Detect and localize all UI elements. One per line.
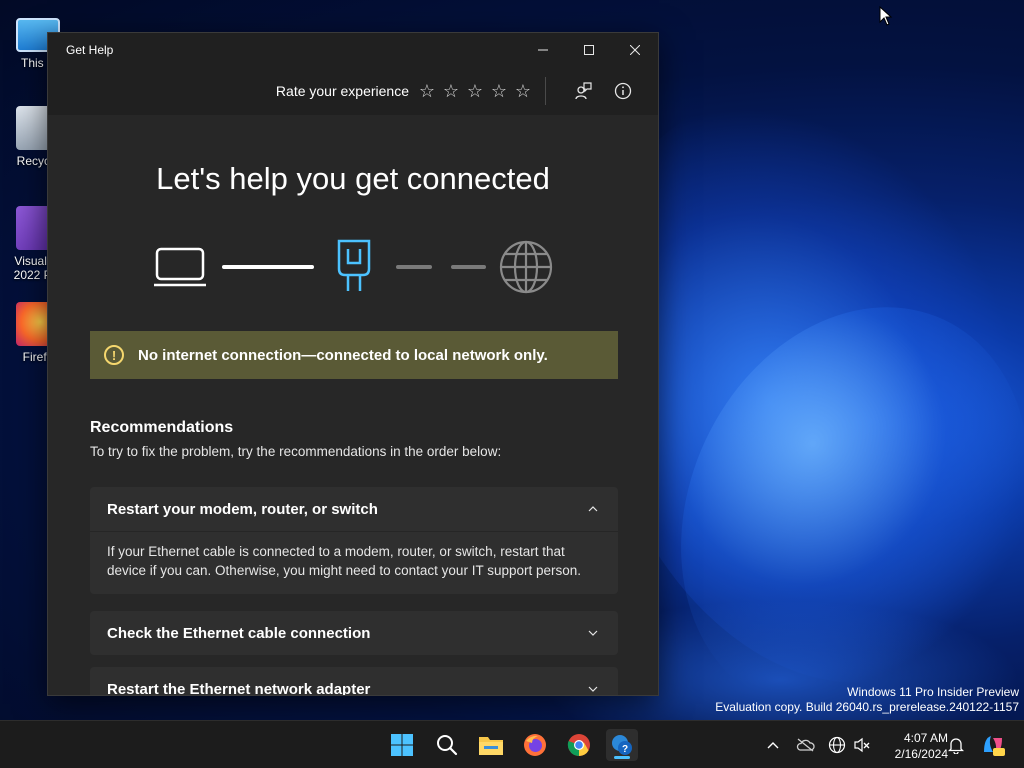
svg-text:?: ? (622, 744, 628, 755)
chevron-up-icon[interactable] (586, 502, 600, 516)
connection-diagram (48, 219, 658, 309)
show-hidden-icons-button[interactable] (763, 735, 783, 755)
recommendation-body: If your Ethernet cable is connected to a… (90, 531, 618, 594)
file-explorer-button[interactable] (475, 729, 507, 761)
page-title: Let's help you get connected (156, 161, 550, 196)
evaluation-watermark: Windows 11 Pro Insider Preview Evaluatio… (715, 685, 1019, 715)
recommendation-header[interactable]: Check the Ethernet cable connection (90, 611, 618, 655)
bell-icon (948, 738, 964, 754)
status-banner-text: No internet connection—connected to loca… (138, 346, 548, 364)
recommendation-header[interactable]: Restart the Ethernet network adapter (90, 667, 618, 696)
start-button[interactable] (386, 729, 418, 761)
taskbar: ? 4:07 AM 2/16/2024 (0, 720, 1024, 768)
recommendation-card-2: Check the Ethernet cable connection (90, 611, 618, 655)
mouse-cursor-icon (879, 6, 893, 26)
rate-experience-label: Rate your experience (275, 83, 409, 99)
recommendations-subtitle: To try to fix the problem, try the recom… (90, 444, 502, 459)
minimize-button[interactable] (520, 33, 566, 67)
toolbar-divider (545, 77, 546, 105)
watermark-line-1: Windows 11 Pro Insider Preview (847, 685, 1019, 699)
firefox-icon (524, 734, 546, 756)
folder-icon (479, 737, 503, 755)
person-feedback-icon (575, 82, 592, 100)
recommendation-title: Restart your modem, router, or switch (107, 500, 378, 518)
notifications-button[interactable] (946, 735, 966, 755)
windows-logo-icon (391, 734, 413, 756)
help-content: Let's help you get connected ! No intern… (48, 115, 658, 695)
rating-stars: ☆ ☆ ☆ ☆ ☆ (415, 81, 535, 102)
window-title: Get Help (66, 43, 114, 57)
get-help-icon: ? (612, 735, 632, 755)
clock-time: 4:07 AM (903, 731, 948, 745)
copilot-button[interactable] (980, 732, 1006, 758)
chrome-icon (567, 734, 590, 756)
chevron-down-icon[interactable] (586, 626, 600, 640)
ethernet-port-icon (337, 239, 371, 291)
about-button[interactable] (606, 75, 640, 107)
star-4-icon[interactable]: ☆ (487, 81, 511, 102)
get-help-window: Get Help Rate your experience ☆ ☆ ☆ ☆ ☆ (47, 32, 659, 696)
recommendation-card-3: Restart the Ethernet network adapter (90, 667, 618, 696)
close-button[interactable] (612, 33, 658, 67)
recommendation-header[interactable]: Restart your modem, router, or switch (90, 487, 618, 531)
maximize-button[interactable] (566, 33, 612, 67)
search-icon (437, 735, 458, 756)
recommendations-title: Recommendations (90, 419, 234, 436)
chevron-up-icon (767, 742, 779, 749)
contact-support-button[interactable] (566, 75, 600, 107)
onedrive-button[interactable] (795, 735, 815, 755)
minimize-icon (538, 49, 548, 51)
window-toolbar: Rate your experience ☆ ☆ ☆ ☆ ☆ (48, 67, 658, 115)
window-titlebar[interactable]: Get Help (48, 33, 658, 67)
warning-icon: ! (104, 345, 124, 365)
recommendation-title: Check the Ethernet cable connection (107, 624, 371, 642)
maximize-icon (584, 45, 594, 55)
info-icon (614, 82, 632, 100)
close-icon (630, 45, 640, 55)
globe-icon (828, 736, 846, 754)
recommendation-card-1: Restart your modem, router, or switch If… (90, 487, 618, 594)
search-button[interactable] (431, 729, 463, 761)
speaker-muted-icon (854, 737, 870, 753)
recommendation-title: Restart the Ethernet network adapter (107, 680, 371, 696)
network-button[interactable] (827, 735, 847, 755)
star-2-icon[interactable]: ☆ (439, 81, 463, 102)
star-1-icon[interactable]: ☆ (415, 81, 439, 102)
volume-button[interactable] (852, 735, 872, 755)
watermark-line-2: Evaluation copy. Build 26040.rs_prerelea… (715, 700, 1019, 714)
firefox-taskbar-button[interactable] (519, 729, 551, 761)
laptop-icon (154, 247, 206, 287)
chrome-button[interactable] (563, 729, 595, 761)
get-help-taskbar-button[interactable]: ? (606, 729, 638, 761)
clock-date: 2/16/2024 (894, 747, 948, 761)
status-banner: ! No internet connection—connected to lo… (90, 331, 618, 379)
active-app-indicator (614, 756, 630, 759)
taskbar-clock[interactable]: 4:07 AM 2/16/2024 (876, 730, 948, 762)
chevron-down-icon[interactable] (586, 682, 600, 695)
cloud-offline-icon (796, 738, 815, 752)
globe-icon (499, 240, 553, 294)
star-5-icon[interactable]: ☆ (511, 81, 535, 102)
copilot-icon (984, 736, 1005, 756)
star-3-icon[interactable]: ☆ (463, 81, 487, 102)
